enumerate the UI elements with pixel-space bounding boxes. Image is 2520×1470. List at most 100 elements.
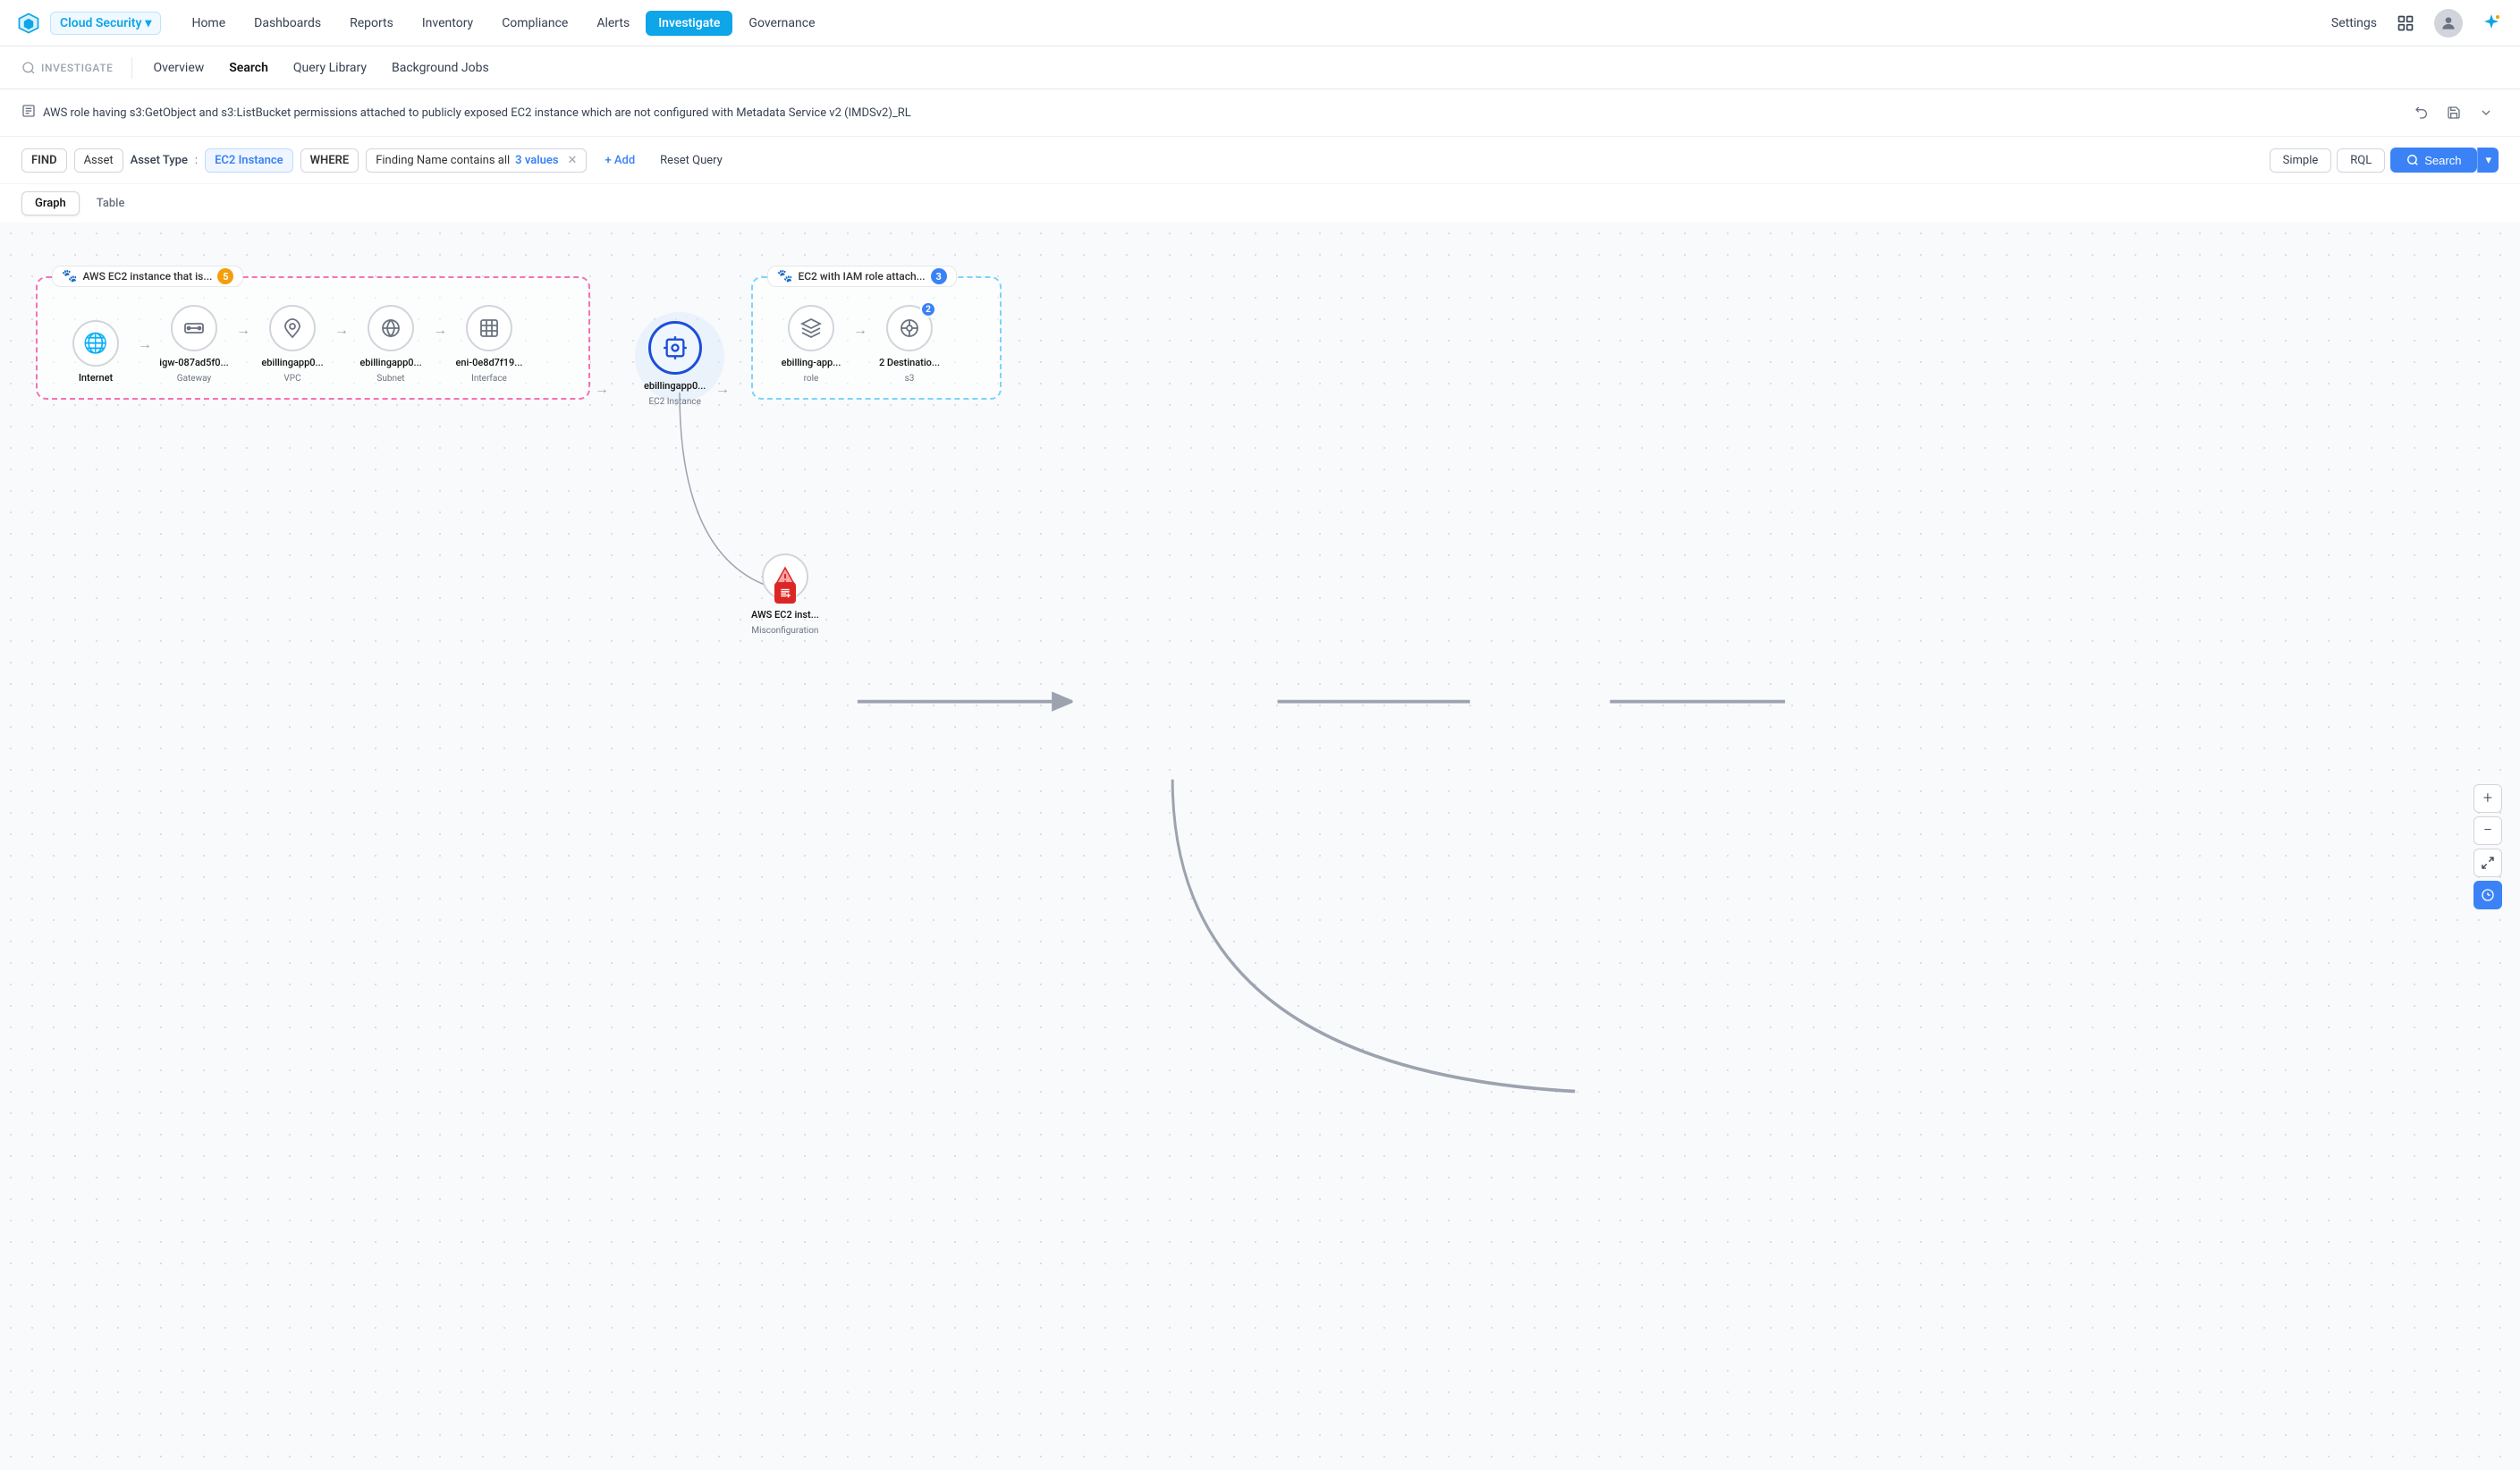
curve-svg: [0, 223, 2520, 1470]
arrow-3: →: [334, 321, 349, 384]
arrow-to-right-group: →: [715, 380, 730, 398]
group2-nodes: ebilling-app... role → 2 2 Dest: [771, 305, 982, 384]
graph-view-button[interactable]: Graph: [21, 191, 80, 215]
misconfig-label: AWS EC2 inst...: [751, 609, 819, 621]
subnet-sublabel: Subnet: [376, 374, 404, 384]
gateway-icon: [171, 305, 217, 351]
group1-nodes: 🌐 Internet → igw-087ad5f0... Gateway: [55, 305, 571, 384]
query-document-icon: [21, 104, 36, 122]
undo-button[interactable]: [2409, 100, 2434, 125]
asset-type-colon: :: [195, 154, 198, 167]
s3-dest-badge: 2: [920, 301, 936, 317]
misconfig-sublabel: Misconfiguration: [751, 626, 818, 636]
sub-nav-overview[interactable]: Overview: [143, 55, 216, 80]
nav-home[interactable]: Home: [179, 11, 238, 36]
user-avatar[interactable]: [2434, 9, 2463, 38]
gateway-label: igw-087ad5f0...: [159, 357, 228, 368]
view-toggle-bar: Graph Table: [0, 184, 2520, 223]
nav-reports[interactable]: Reports: [337, 11, 406, 36]
subnet-label: ebillingapp0...: [359, 357, 421, 368]
app-logo[interactable]: [14, 9, 43, 38]
ec2-instance-chip[interactable]: EC2 Instance: [205, 148, 293, 173]
sub-nav-divider: [131, 57, 132, 79]
group1-badge: 5: [217, 268, 233, 284]
arrow-4: →: [433, 321, 447, 384]
nav-governance[interactable]: Governance: [736, 11, 827, 36]
search-mode-area: Simple RQL Search ▾: [2270, 148, 2499, 173]
group2-icon: 🐾: [777, 269, 792, 283]
zoom-out-button[interactable]: −: [2473, 816, 2502, 845]
node-interface[interactable]: eni-0e8d7f19... Interface: [449, 305, 529, 384]
node-subnet[interactable]: ebillingapp0... Subnet: [351, 305, 431, 384]
settings-link[interactable]: Settings: [2331, 16, 2377, 30]
s3-dest-icon: 2: [886, 305, 933, 351]
nav-inventory[interactable]: Inventory: [410, 11, 486, 36]
asset-type-label: Asset Type: [131, 154, 188, 167]
vpc-label: ebillingapp0...: [261, 357, 323, 368]
main-content: INVESTIGATE Overview Search Query Librar…: [0, 46, 2520, 1470]
gateway-sublabel: Gateway: [177, 374, 211, 384]
node-role[interactable]: ebilling-app... role: [771, 305, 851, 384]
group1-label: 🐾 AWS EC2 instance that is... 5: [52, 266, 243, 287]
nav-compliance[interactable]: Compliance: [489, 11, 580, 36]
where-chip[interactable]: WHERE: [300, 148, 359, 173]
query-bar: AWS role having s3:GetObject and s3:List…: [0, 89, 2520, 137]
sub-nav-query-library[interactable]: Query Library: [283, 55, 377, 80]
nav-alerts[interactable]: Alerts: [584, 11, 642, 36]
arrow-1: →: [138, 335, 152, 384]
node-s3-dest[interactable]: 2 2 Destinatio... s3: [869, 305, 950, 384]
node-internet[interactable]: 🌐 Internet: [55, 320, 136, 384]
internet-icon: 🌐: [72, 320, 119, 367]
reset-view-button[interactable]: [2473, 881, 2502, 909]
finding-name-chip[interactable]: Finding Name contains all 3 values ✕: [366, 148, 587, 173]
group2-label: 🐾 EC2 with IAM role attach... 3: [767, 266, 957, 287]
graph-connections-svg: [0, 223, 2520, 1470]
query-actions: [2409, 100, 2499, 125]
search-button[interactable]: Search: [2390, 148, 2477, 173]
sub-nav-background-jobs[interactable]: Background Jobs: [381, 55, 500, 80]
s3-dest-sublabel: s3: [905, 374, 915, 384]
simple-mode-button[interactable]: Simple: [2270, 148, 2332, 173]
add-filter-button[interactable]: + Add: [594, 149, 646, 172]
brand-selector[interactable]: Cloud Security ▾: [50, 12, 161, 35]
node-vpc[interactable]: ebillingapp0... VPC: [252, 305, 333, 384]
s3-dest-label: 2 Destinatio...: [879, 357, 940, 368]
node-misconfig[interactable]: AWS EC2 inst... Misconfiguration: [751, 553, 819, 636]
asset-chip[interactable]: Asset: [74, 148, 123, 173]
role-sublabel: role: [804, 374, 819, 384]
vpc-icon: [269, 305, 316, 351]
arrow-5: →: [853, 321, 867, 384]
top-nav: Cloud Security ▾ Home Dashboards Reports…: [0, 0, 2520, 46]
role-icon: [788, 305, 834, 351]
graph-canvas-area[interactable]: 🐾 AWS EC2 instance that is... 5 🌐 Intern…: [0, 223, 2520, 1470]
fit-screen-button[interactable]: [2473, 849, 2502, 877]
aws-ec2-instance-group: 🐾 AWS EC2 instance that is... 5 🌐 Intern…: [36, 276, 590, 400]
graph-controls: + −: [2473, 784, 2502, 909]
reset-query-button[interactable]: Reset Query: [653, 149, 730, 172]
find-chip[interactable]: FIND: [21, 148, 67, 173]
finding-close-icon[interactable]: ✕: [568, 154, 578, 167]
sub-nav-search[interactable]: Search: [218, 55, 279, 80]
table-view-button[interactable]: Table: [83, 191, 139, 215]
ec2-iam-role-group: 🐾 EC2 with IAM role attach... 3 ebilling…: [751, 276, 1002, 400]
arrow-2: →: [236, 321, 250, 384]
search-dropdown-button[interactable]: ▾: [2477, 148, 2499, 173]
nav-investigate[interactable]: Investigate: [646, 11, 732, 36]
misconfig-badge-icon: [774, 582, 796, 604]
nav-dashboards[interactable]: Dashboards: [241, 11, 334, 36]
group2-badge: 3: [931, 268, 947, 284]
node-ec2-main[interactable]: ebillingapp0... EC2 Instance: [644, 321, 706, 407]
main-nav-items: Home Dashboards Reports Inventory Compli…: [179, 11, 827, 36]
expand-button[interactable]: [2473, 100, 2499, 125]
brand-chevron-icon: ▾: [145, 16, 151, 30]
ec2-main-icon: [648, 321, 702, 375]
ec2-main-label: ebillingapp0...: [644, 380, 706, 392]
node-gateway[interactable]: igw-087ad5f0... Gateway: [154, 305, 234, 384]
zoom-in-button[interactable]: +: [2473, 784, 2502, 813]
ai-assistant-icon[interactable]: [2477, 9, 2506, 38]
rql-mode-button[interactable]: RQL: [2337, 148, 2385, 173]
interface-icon: [466, 305, 512, 351]
docs-icon-btn[interactable]: [2391, 9, 2420, 38]
save-button[interactable]: [2441, 100, 2466, 125]
search-button-group: Search ▾: [2390, 148, 2499, 173]
